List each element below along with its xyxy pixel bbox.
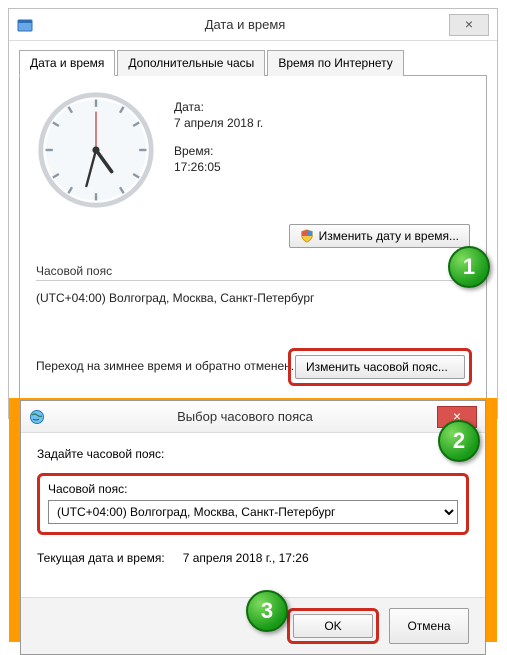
current-datetime-row: Текущая дата и время: 7 апреля 2018 г., … — [37, 551, 469, 565]
child-titlebar: Выбор часового пояса × — [21, 401, 485, 433]
window-title: Дата и время — [41, 17, 449, 32]
shield-icon — [300, 229, 314, 243]
date-label: Дата: — [174, 100, 263, 114]
datetime-window: Дата и время × Дата и время Дополнительн… — [8, 8, 498, 419]
change-datetime-button[interactable]: Изменить дату и время... — [289, 224, 470, 248]
child-title: Выбор часового пояса — [53, 409, 437, 424]
tabstrip: Дата и время Дополнительные часы Время п… — [19, 49, 487, 76]
ok-button[interactable]: OK — [293, 614, 373, 638]
datetime-info: Дата: 7 апреля 2018 г. Время: 17:26:05 — [174, 90, 263, 188]
timezone-label: Часовой пояс: — [48, 482, 458, 496]
timezone-prompt: Задайте часовой пояс: — [37, 447, 469, 461]
timezone-header: Часовой пояс — [36, 264, 470, 281]
change-timezone-highlight: Изменить часовой пояс... — [288, 348, 472, 386]
window-body: Дата и время Дополнительные часы Время п… — [9, 41, 497, 418]
timezone-group-highlight: Часовой пояс: (UTC+04:00) Волгоград, Мос… — [37, 473, 469, 535]
time-label: Время: — [174, 144, 263, 158]
child-body: Задайте часовой пояс: Часовой пояс: (UTC… — [21, 433, 485, 597]
change-timezone-label: Изменить часовой пояс... — [306, 360, 448, 374]
tab-internet-time[interactable]: Время по Интернету — [267, 50, 403, 76]
analog-clock — [36, 90, 156, 210]
datetime-icon — [17, 17, 33, 33]
step-badge-2: 2 — [438, 420, 480, 462]
cancel-button[interactable]: Отмена — [389, 608, 469, 644]
timezone-section: Часовой пояс (UTC+04:00) Волгоград, Моск… — [36, 264, 470, 305]
change-datetime-label: Изменить дату и время... — [319, 229, 459, 243]
ok-highlight: OK — [287, 608, 379, 644]
step-badge-1: 1 — [448, 246, 490, 288]
current-datetime-label: Текущая дата и время: — [37, 551, 165, 565]
step-badge-3: 3 — [246, 590, 288, 632]
titlebar: Дата и время × — [9, 9, 497, 41]
tab-additional-clocks[interactable]: Дополнительные часы — [117, 50, 265, 76]
timezone-value: (UTC+04:00) Волгоград, Москва, Санкт-Пет… — [36, 291, 470, 305]
timezone-select[interactable]: (UTC+04:00) Волгоград, Москва, Санкт-Пет… — [48, 500, 458, 524]
time-value: 17:26:05 — [174, 160, 263, 174]
date-value: 7 апреля 2018 г. — [174, 116, 263, 130]
close-button[interactable]: × — [449, 14, 489, 36]
ok-label: OK — [324, 619, 341, 633]
tab-panel: Дата: 7 апреля 2018 г. Время: 17:26:05 И… — [19, 76, 487, 406]
cancel-label: Отмена — [407, 619, 450, 633]
tab-datetime[interactable]: Дата и время — [19, 50, 115, 76]
current-datetime-value: 7 апреля 2018 г., 17:26 — [183, 551, 309, 565]
change-timezone-button[interactable]: Изменить часовой пояс... — [295, 355, 465, 379]
globe-icon — [29, 409, 45, 425]
